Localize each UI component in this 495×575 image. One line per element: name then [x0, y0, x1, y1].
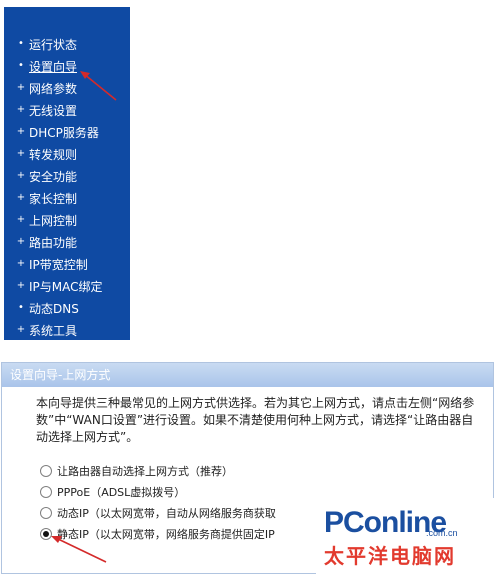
- menu-list: • 运行状态 • 设置向导 + 网络参数 + 无线设置 + DHCP服务器 + 转发规则 +…: [4, 7, 130, 341]
- expand-icon: +: [16, 324, 26, 335]
- sidebar-item-label: 网络参数: [29, 81, 78, 96]
- sidebar-item-bandwidth[interactable]: + IP带宽控制: [4, 253, 130, 275]
- sidebar-item-network-params[interactable]: + 网络参数: [4, 77, 130, 99]
- sidebar-item-label: 家长控制: [29, 191, 78, 206]
- connection-type-options: 让路由器自动选择上网方式（推荐） PPPoE（ADSL虚拟拨号） 动态IP（以太…: [40, 461, 276, 545]
- expand-icon: +: [16, 214, 26, 225]
- option-dynamic-ip[interactable]: 动态IP（以太网宽带，自动从网络服务商获取: [40, 503, 276, 523]
- expand-icon: +: [16, 280, 26, 291]
- expand-icon: +: [16, 236, 26, 247]
- option-pppoe[interactable]: PPPoE（ADSL虚拟拨号）: [40, 482, 276, 502]
- sidebar-item-parental-control[interactable]: + 家长控制: [4, 187, 130, 209]
- radio-button-checked[interactable]: [40, 528, 52, 540]
- sidebar-item-forwarding[interactable]: + 转发规则: [4, 143, 130, 165]
- option-auto-detect[interactable]: 让路由器自动选择上网方式（推荐）: [40, 461, 276, 481]
- option-static-ip[interactable]: 静态IP（以太网宽带，网络服务商提供固定IP: [40, 524, 276, 544]
- option-label: 静态IP（以太网宽带，网络服务商提供固定IP: [57, 528, 275, 541]
- panel-title: 设置向导-上网方式: [2, 363, 493, 387]
- expand-icon: +: [16, 104, 26, 115]
- radio-button[interactable]: [40, 465, 52, 477]
- expand-icon: +: [16, 170, 26, 181]
- sidebar-item-status[interactable]: • 运行状态: [4, 33, 130, 55]
- sidebar-item-label: IP带宽控制: [29, 257, 88, 272]
- sidebar-item-dhcp[interactable]: + DHCP服务器: [4, 121, 130, 143]
- option-label: 动态IP（以太网宽带，自动从网络服务商获取: [57, 507, 276, 520]
- bullet-icon: •: [18, 38, 24, 49]
- bullet-icon: •: [18, 60, 24, 71]
- radio-button[interactable]: [40, 507, 52, 519]
- sidebar-item-routing[interactable]: + 路由功能: [4, 231, 130, 253]
- sidebar-item-label: 安全功能: [29, 169, 78, 184]
- wizard-description: 本向导提供三种最常见的上网方式供选择。若为其它上网方式，请点击左侧“网络参数”中…: [36, 396, 475, 444]
- expand-icon: +: [16, 192, 26, 203]
- pconline-watermark: PConline .com.cn 太平洋电脑网: [316, 498, 494, 574]
- sidebar-item-label: IP与MAC绑定: [29, 279, 103, 294]
- expand-icon: +: [16, 126, 26, 137]
- sidebar-item-label: 运行状态: [29, 37, 78, 52]
- sidebar-item-label: 上网控制: [29, 213, 78, 228]
- option-label: 让路由器自动选择上网方式（推荐）: [57, 465, 233, 478]
- sidebar-item-label: 路由功能: [29, 235, 78, 250]
- sidebar-item-wireless[interactable]: + 无线设置: [4, 99, 130, 121]
- watermark-chinese: 太平洋电脑网: [324, 544, 456, 568]
- sidebar-item-access-control[interactable]: + 上网控制: [4, 209, 130, 231]
- sidebar-item-label: 转发规则: [29, 147, 78, 162]
- bullet-icon: •: [18, 302, 24, 313]
- expand-icon: +: [16, 258, 26, 269]
- sidebar-item-label: 动态DNS: [29, 301, 79, 316]
- sidebar-item-label: DHCP服务器: [29, 125, 99, 140]
- sidebar-menu: • 运行状态 • 设置向导 + 网络参数 + 无线设置 + DHCP服务器 + 转发规则 +…: [4, 7, 130, 340]
- sidebar-item-system-tools[interactable]: + 系统工具: [4, 319, 130, 341]
- sidebar-item-ip-mac-binding[interactable]: + IP与MAC绑定: [4, 275, 130, 297]
- sidebar-item-security[interactable]: + 安全功能: [4, 165, 130, 187]
- sidebar-item-label: 无线设置: [29, 103, 78, 118]
- sidebar-item-ddns[interactable]: • 动态DNS: [4, 297, 130, 319]
- radio-button[interactable]: [40, 486, 52, 498]
- expand-icon: +: [16, 148, 26, 159]
- watermark-domain: .com.cn: [426, 528, 458, 538]
- option-label: PPPoE（ADSL虚拟拨号）: [57, 486, 186, 499]
- sidebar-item-setup-wizard[interactable]: • 设置向导: [4, 55, 130, 77]
- expand-icon: +: [16, 82, 26, 93]
- sidebar-item-label: 设置向导: [29, 59, 78, 74]
- sidebar-item-label: 系统工具: [29, 323, 78, 338]
